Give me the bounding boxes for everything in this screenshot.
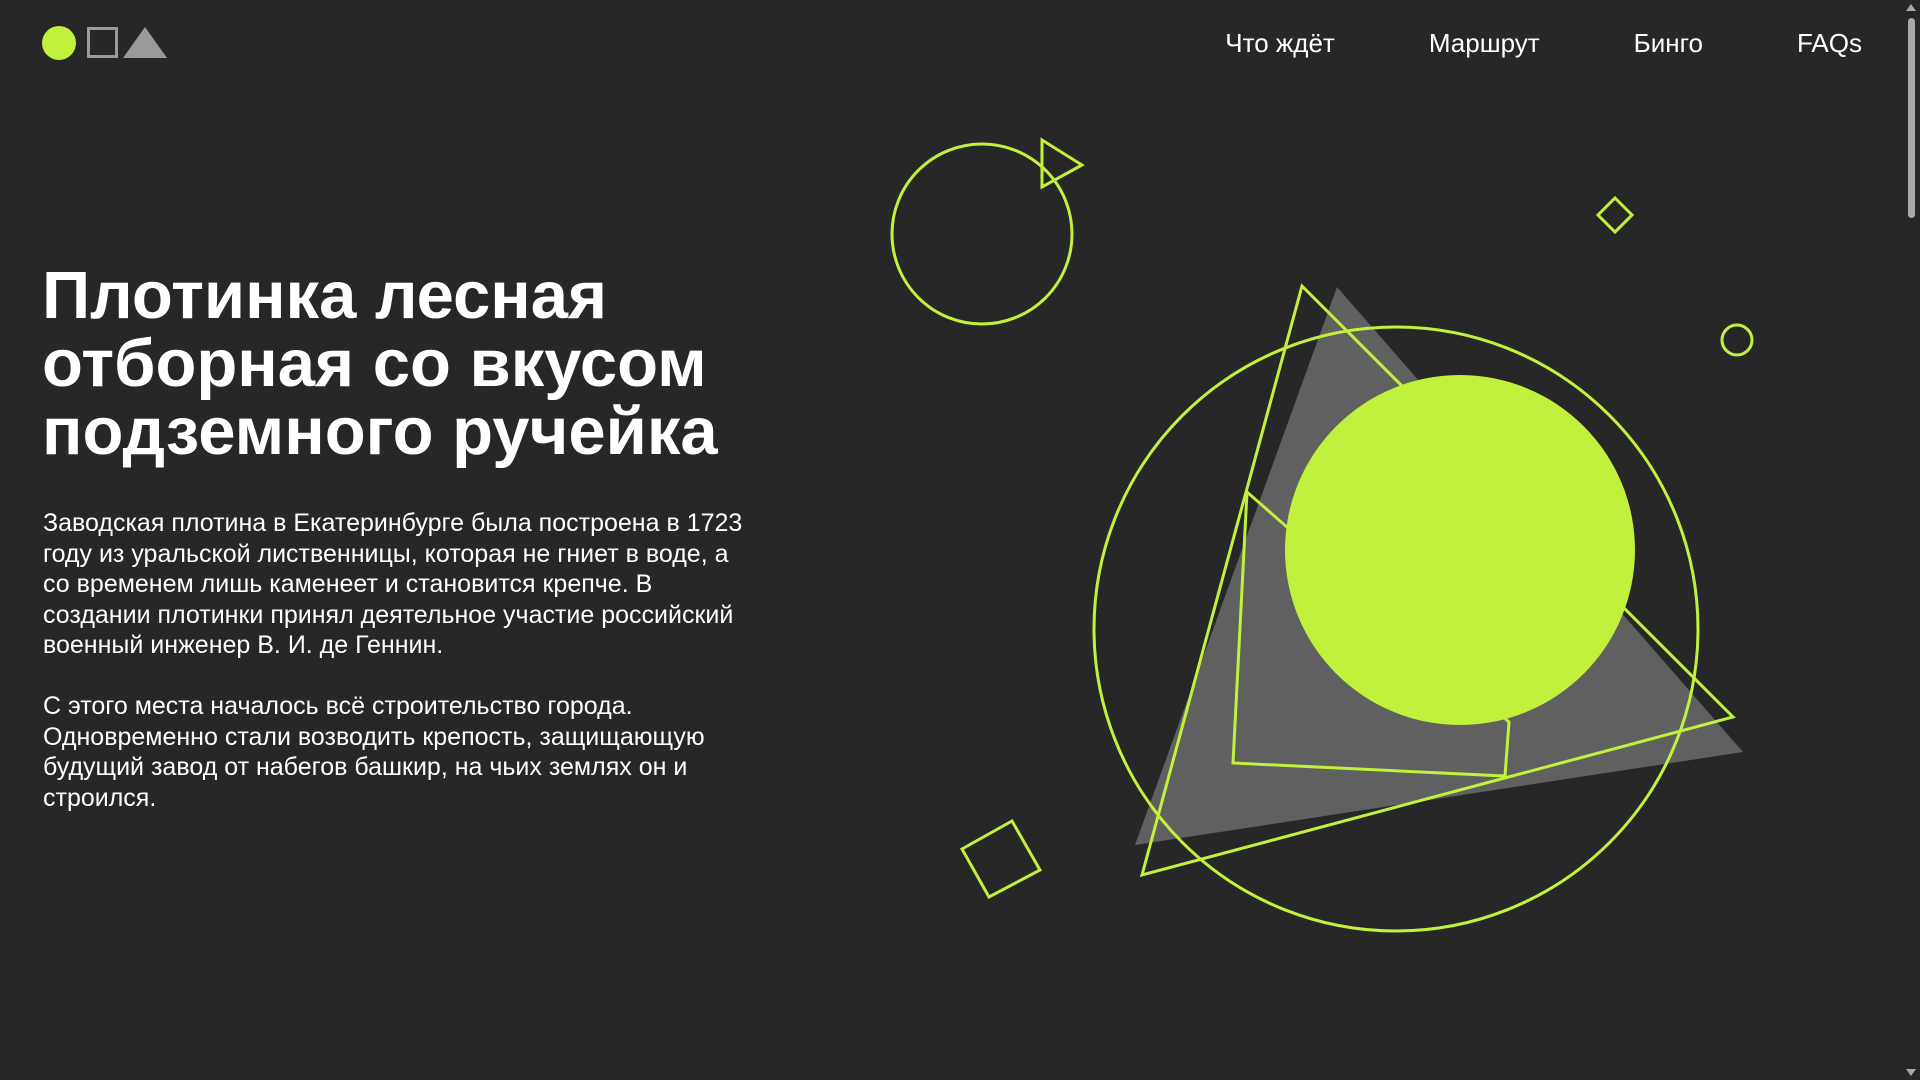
geometric-illustration (890, 137, 1754, 933)
hero-title: Плотинка лесная отборная со вкусом подзе… (42, 258, 718, 469)
hero-paragraph-history: Заводская плотина в Екатеринбурге была п… (43, 509, 743, 659)
square-icon (87, 27, 118, 58)
nav-link-what-awaits[interactable]: Что ждёт (1225, 26, 1335, 60)
tiny-outline-circle-shape (1720, 323, 1754, 357)
outline-circle-top-shape (890, 142, 1074, 326)
scroll-thumb[interactable] (1908, 18, 1915, 218)
page: Что ждёт Маршрут Бинго FAQs Плотинка лес… (0, 0, 1920, 1080)
small-diamond-shape (1595, 195, 1635, 235)
main-nav: Что ждёт Маршрут Бинго FAQs (1225, 26, 1862, 60)
page-scrollbar[interactable] (1903, 0, 1920, 1080)
outline-square-bottom-shape (959, 818, 1043, 900)
scroll-down-icon[interactable] (1906, 1069, 1916, 1076)
triangle-icon (123, 27, 167, 58)
hero-paragraph-city: С этого места началось всё строительство… (43, 692, 705, 812)
nav-link-bingo[interactable]: Бинго (1634, 26, 1703, 60)
green-circle-shape (1285, 375, 1635, 725)
circle-icon (42, 26, 76, 60)
site-header: Что ждёт Маршрут Бинго FAQs (0, 0, 1900, 88)
nav-link-faqs[interactable]: FAQs (1797, 26, 1862, 60)
scroll-up-icon[interactable] (1906, 4, 1916, 11)
small-outline-triangle-shape (1040, 137, 1085, 190)
site-logo[interactable] (41, 25, 167, 61)
nav-link-route[interactable]: Маршрут (1429, 26, 1540, 60)
